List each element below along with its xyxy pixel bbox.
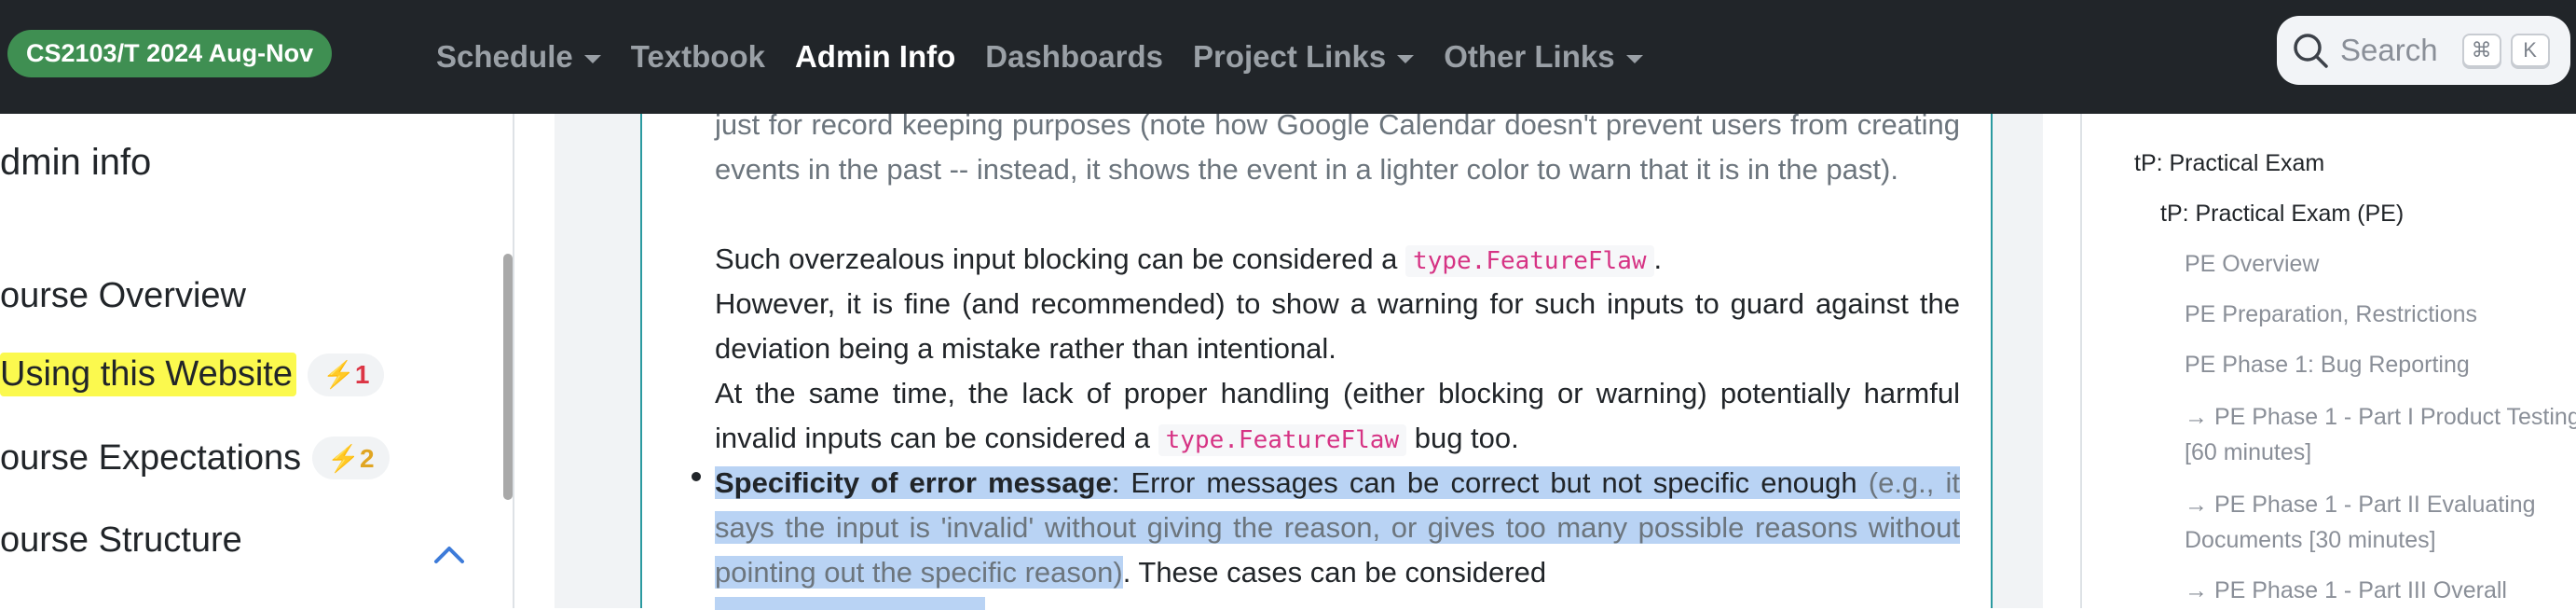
kbd-k: K [2510, 34, 2550, 67]
toc-item-pe-overview[interactable]: PE Overview [2185, 246, 2576, 282]
sidebar-scrollbar[interactable] [503, 254, 513, 500]
caret-down-icon [1397, 54, 1415, 63]
sidebar-item-course-structure[interactable]: ourse Structure [0, 520, 242, 561]
text: Such overzealous input blocking can be c… [715, 243, 1406, 275]
left-sidebar: dmin info ourse Overview Using this Webs… [0, 114, 514, 608]
bullet-dot [692, 472, 701, 481]
nav-admin-info-label: Admin Info [794, 39, 956, 74]
brand-button[interactable]: CS2103/T 2024 Aug-Nov [7, 30, 333, 77]
nav-other-links-label: Other Links [1444, 39, 1615, 74]
inline-code: type.FeatureFlaw [1158, 424, 1407, 456]
paragraph-overzealous: Such overzealous input blocking can be c… [715, 237, 1960, 284]
sidebar-item-course-overview[interactable]: ourse Overview [0, 276, 246, 316]
sidebar-item-label: ourse Structure [0, 520, 242, 560]
nav-schedule-label: Schedule [436, 39, 573, 74]
sidebar-title: dmin info [0, 142, 152, 183]
paragraph-improper-handling: At the same time, the lack of proper han… [715, 371, 1960, 463]
inline-code: type.FeatureFlaw [1405, 245, 1654, 277]
search-icon [2294, 34, 2328, 68]
bold-term: Specificity of error message [715, 466, 1112, 499]
main-nav: Schedule Textbook Admin Info Dashboards … [436, 0, 1673, 114]
toc-item-tp-practical-exam[interactable]: tP: Practical Exam [2134, 146, 2544, 181]
toc-item-pe-phase1-part3[interactable]: → PE Phase 1 - Part III Overall [2185, 573, 2576, 608]
paragraph-warning: However, it is fine (and recommended) to… [715, 287, 1960, 365]
sidebar-item-label: Using this Website [0, 353, 296, 396]
toc-item-pe-phase1-part2[interactable]: → PE Phase 1 - Part II Evaluating Docume… [2185, 487, 2576, 558]
toc-item-pe-preparation[interactable]: PE Preparation, Restrictions [2185, 297, 2576, 332]
text: . These cases can be considered [1122, 556, 1547, 589]
text: bug too. [1406, 422, 1519, 454]
nav-textbook[interactable]: Textbook [631, 39, 765, 75]
sidebar-item-label: ourse Expectations [0, 437, 302, 478]
nav-dashboards-label: Dashboards [985, 39, 1163, 74]
sidebar-item-label: ourse Overview [0, 276, 246, 315]
toc-item-pe-phase1[interactable]: PE Phase 1: Bug Reporting [2185, 347, 2576, 382]
toc-item-pe-phase1-part1[interactable]: → PE Phase 1 - Part I Product Testing [6… [2185, 399, 2576, 470]
nav-admin-info[interactable]: Admin Info [795, 39, 955, 75]
nav-project-links[interactable]: Project Links [1192, 39, 1415, 75]
search-placeholder: Search [2340, 33, 2438, 67]
chevron-up-icon[interactable] [432, 537, 466, 571]
search-button[interactable]: Search ⌘ K [2277, 16, 2570, 85]
caret-down-icon [583, 54, 601, 63]
text: . [1653, 243, 1663, 275]
toc-item-tp-practical-exam-pe[interactable]: tP: Practical Exam (PE) [2160, 196, 2570, 231]
nav-schedule[interactable]: Schedule [436, 39, 601, 75]
text: : Error messages can be correct but not … [1111, 466, 1869, 499]
sidebar-item-using-this-website[interactable]: Using this Website ⚡1 [0, 353, 385, 396]
top-navbar: CS2103/T 2024 Aug-Nov Schedule Textbook … [0, 0, 2576, 114]
lightning-badge: ⚡1 [307, 353, 385, 396]
nav-other-links[interactable]: Other Links [1444, 39, 1643, 75]
nav-project-links-label: Project Links [1192, 39, 1387, 74]
sidebar-item-course-expectations[interactable]: ourse Expectations ⚡2 [0, 437, 390, 479]
nav-textbook-label: Textbook [630, 39, 765, 74]
caret-down-icon [1625, 54, 1643, 63]
lightning-badge: ⚡2 [312, 437, 390, 479]
list-item-error-specificity: Specificity of error message: Error mess… [715, 461, 1960, 595]
paragraph-record-keeping: just for record keeping purposes (note h… [715, 108, 1960, 186]
kbd-command: ⌘ [2461, 34, 2501, 67]
nav-dashboards[interactable]: Dashboards [985, 39, 1163, 75]
